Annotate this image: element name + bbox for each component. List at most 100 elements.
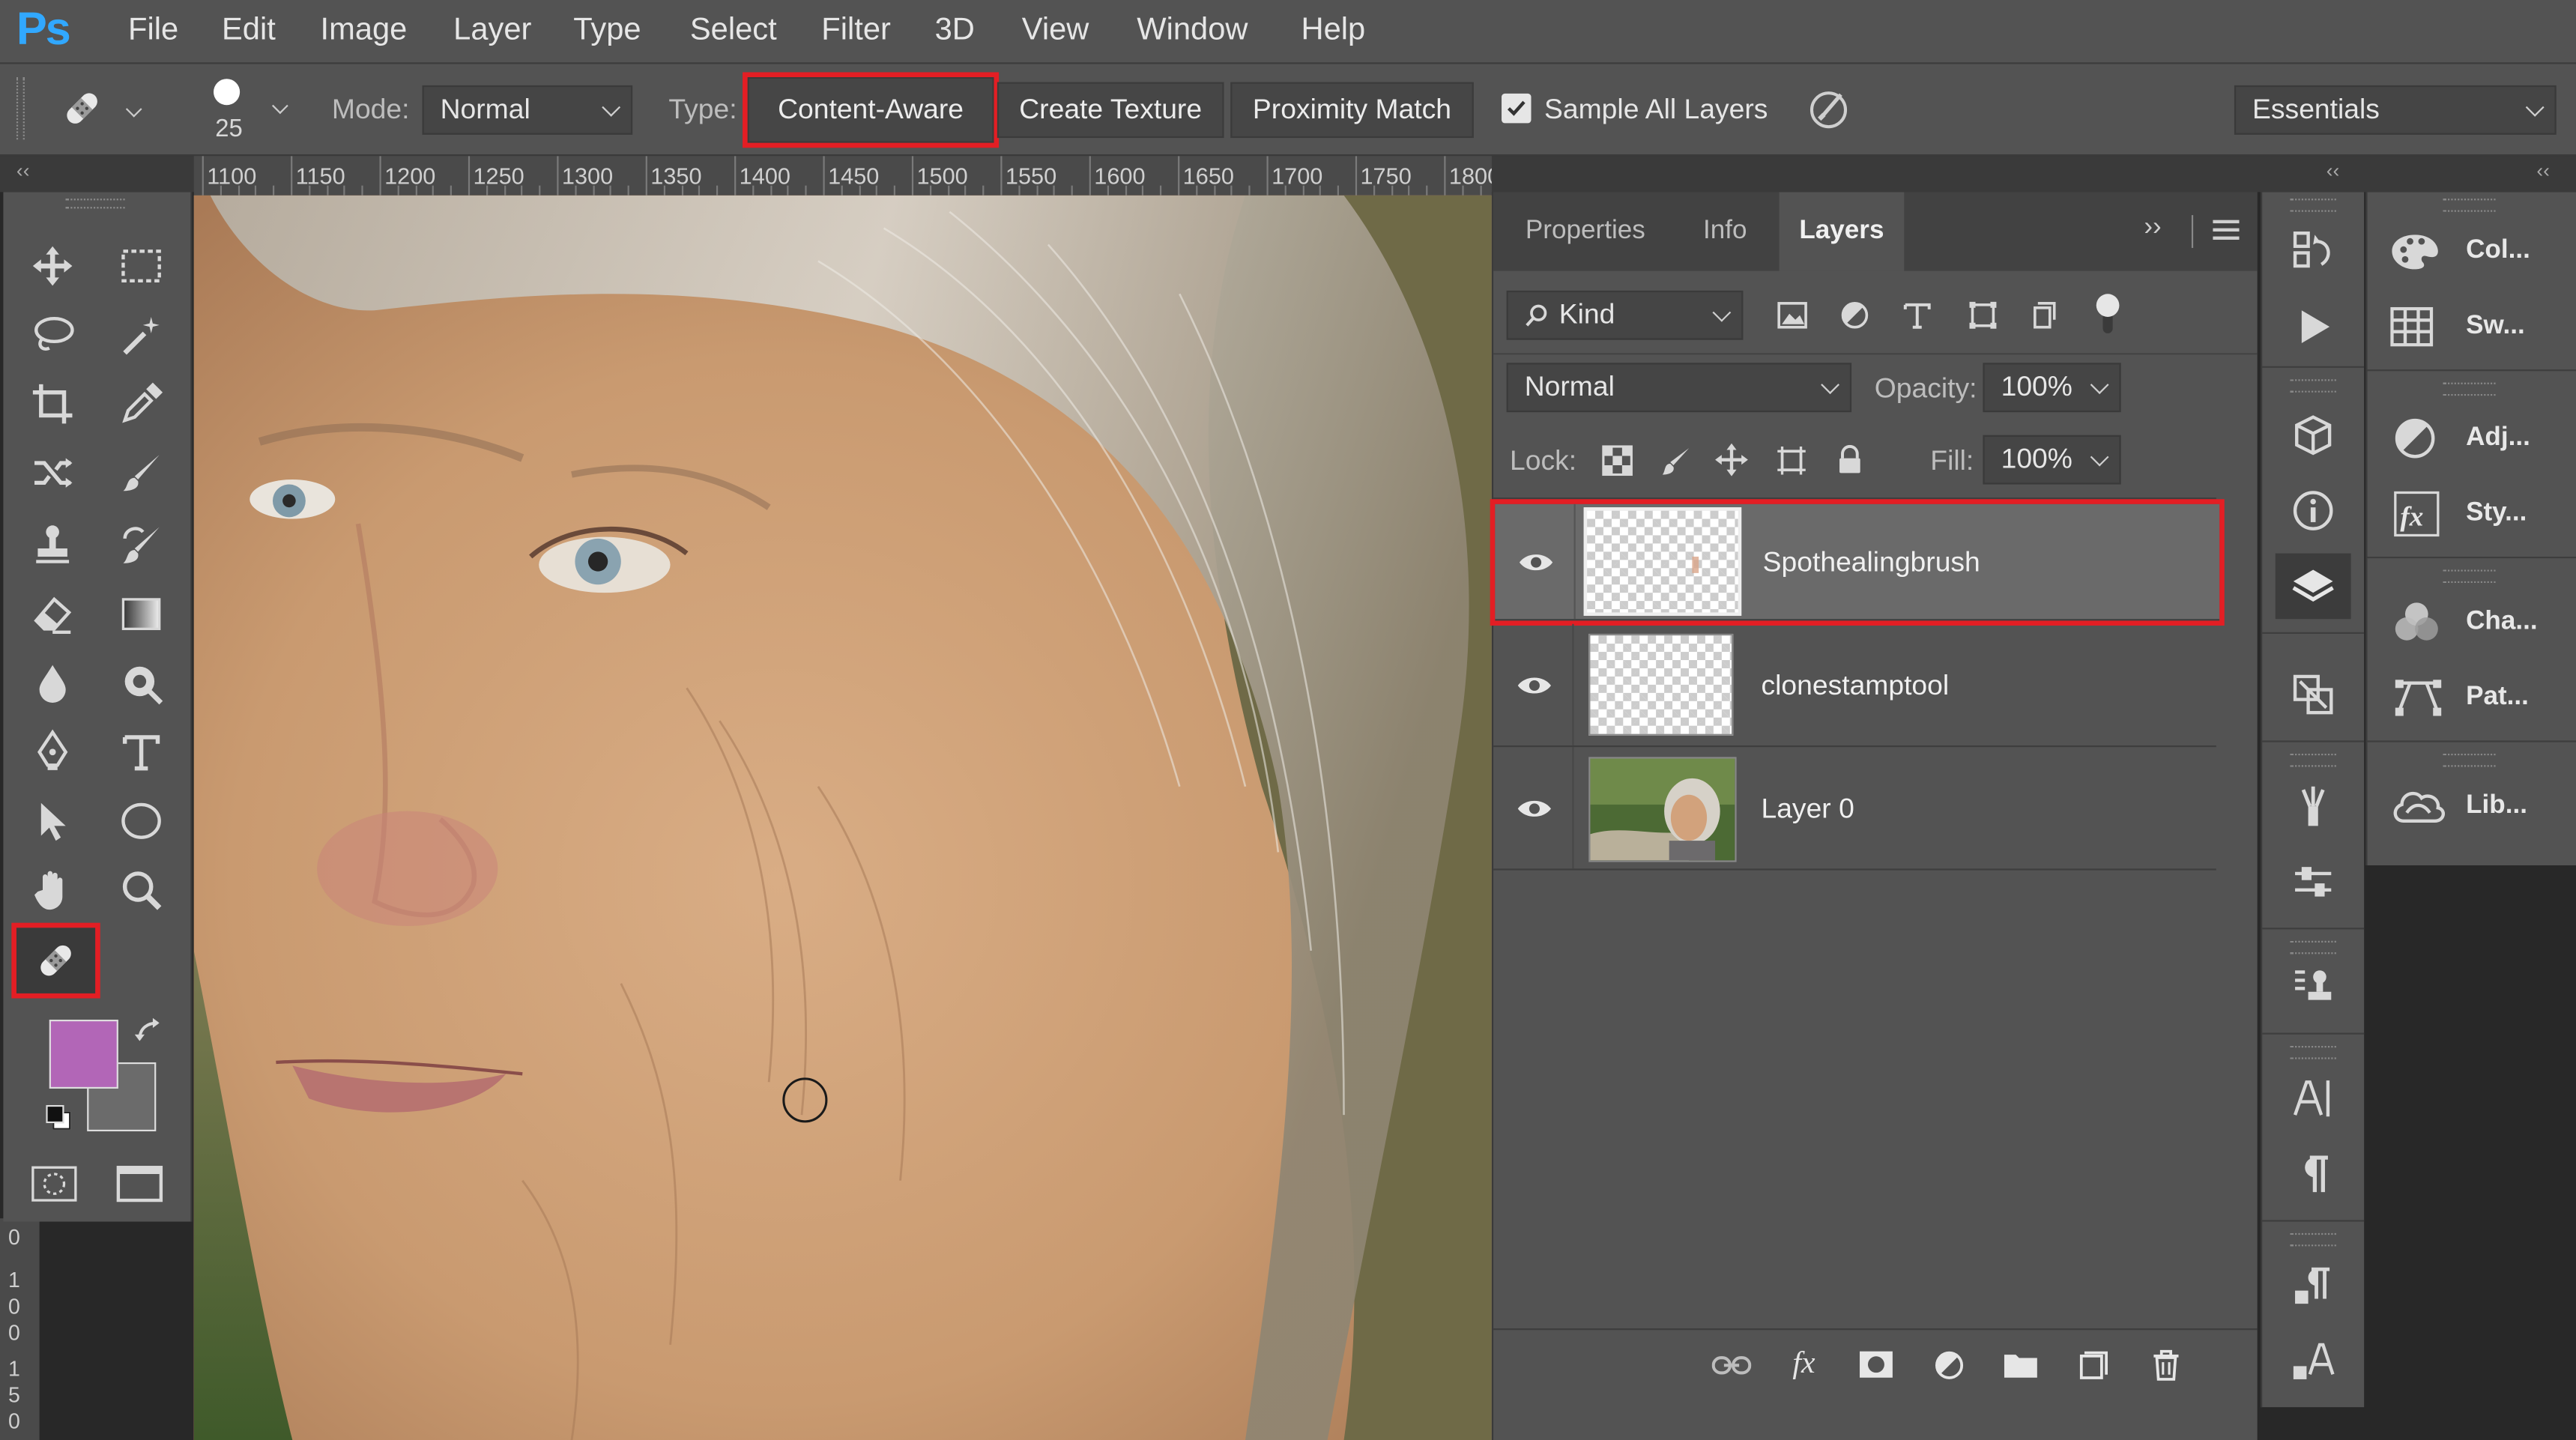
panel-color[interactable]: Col... <box>2390 218 2530 284</box>
pen-tool[interactable] <box>19 721 85 783</box>
quick-mask-icon[interactable] <box>26 1161 82 1206</box>
spot-healing-brush-icon[interactable] <box>49 80 115 136</box>
history-icon[interactable] <box>2280 222 2346 281</box>
type-tool[interactable] <box>109 721 175 783</box>
brush-presets-icon[interactable] <box>2280 852 2346 911</box>
content-aware-move-tool[interactable] <box>19 442 85 504</box>
history-brush-tool[interactable] <box>109 514 175 576</box>
menu-window[interactable]: Window <box>1137 13 1248 49</box>
menu-image[interactable]: Image <box>321 13 408 49</box>
panel-menu-icon[interactable] <box>2213 220 2240 240</box>
panel-channels[interactable]: Cha... <box>2394 590 2538 656</box>
character-icon[interactable] <box>2280 1069 2346 1128</box>
panel-paths[interactable]: Pat... <box>2394 665 2529 731</box>
3d-cube-icon[interactable] <box>2280 405 2346 465</box>
zoom-tool[interactable] <box>109 859 175 921</box>
blur-tool[interactable] <box>19 652 85 714</box>
menu-view[interactable]: View <box>1022 13 1089 49</box>
tab-layers[interactable]: Layers <box>1779 192 1905 271</box>
panel-expand-icon[interactable]: ›› <box>2144 214 2161 243</box>
paragraph-styles-icon[interactable] <box>2280 1256 2346 1316</box>
tool-presets-icon[interactable] <box>2280 958 2346 1017</box>
filter-pixel-icon[interactable] <box>1769 292 1815 338</box>
tab-info[interactable]: Info <box>1671 192 1780 270</box>
lock-transparent-pixels-icon[interactable] <box>1595 438 1638 481</box>
fill-field[interactable]: 100% <box>1983 435 2121 485</box>
layer-row-spothealingbrush[interactable]: Spothealingbrush <box>1490 499 2225 626</box>
type-proximity-match-button[interactable]: Proximity Match <box>1230 82 1474 139</box>
delete-layer-trash-icon[interactable] <box>2141 1342 2190 1388</box>
layer-row-clonestamptool[interactable]: clonestamptool <box>1493 623 2216 748</box>
menu-help[interactable]: Help <box>1301 13 1366 49</box>
layer-style-fx-icon[interactable]: fx <box>1780 1342 1829 1388</box>
opacity-field[interactable]: 100% <box>1983 363 2121 413</box>
add-mask-icon[interactable] <box>1851 1342 1901 1388</box>
paragraph-icon[interactable] <box>2280 1145 2346 1204</box>
menu-filter[interactable]: Filter <box>821 13 891 49</box>
clone-source-icon[interactable] <box>2280 665 2346 724</box>
layer-name[interactable]: clonestamptool <box>1761 670 1949 703</box>
lasso-tool[interactable] <box>19 303 85 366</box>
actions-play-icon[interactable] <box>2280 297 2346 357</box>
path-selection-tool[interactable] <box>19 790 85 852</box>
type-create-texture-button[interactable]: Create Texture <box>997 82 1224 139</box>
foreground-color-swatch[interactable] <box>49 1019 118 1089</box>
lock-image-pixels-icon[interactable] <box>1654 438 1697 481</box>
filter-type-icon[interactable] <box>1894 292 1940 338</box>
panel-libraries[interactable]: Lib... <box>2390 773 2527 839</box>
collapse-dock-icon[interactable]: ‹‹ <box>2536 160 2550 183</box>
document-canvas[interactable] <box>193 195 1492 1440</box>
swap-colors-icon[interactable] <box>134 1017 164 1054</box>
menu-layer[interactable]: Layer <box>453 13 531 49</box>
info-circle-icon[interactable] <box>2280 481 2346 540</box>
menu-edit[interactable]: Edit <box>222 13 276 49</box>
spot-healing-brush-tool[interactable] <box>11 922 100 999</box>
menu-select[interactable]: Select <box>690 13 777 49</box>
eye-icon[interactable] <box>1513 787 1555 829</box>
gradient-tool[interactable] <box>109 583 175 645</box>
marquee-tool[interactable] <box>109 235 175 297</box>
layers-stack-icon[interactable] <box>2275 553 2351 620</box>
type-content-aware-button[interactable]: Content-Aware <box>743 72 1000 148</box>
ellipse-tool[interactable] <box>109 790 175 852</box>
link-layers-icon[interactable] <box>1707 1342 1756 1388</box>
new-group-folder-icon[interactable] <box>1996 1342 2046 1388</box>
screen-mode-icon[interactable] <box>112 1161 168 1206</box>
eye-icon[interactable] <box>1513 663 1555 706</box>
panel-styles[interactable]: fx Sty... <box>2394 481 2527 547</box>
brush-settings-icon[interactable] <box>2280 777 2346 836</box>
collapse-toolbar-icon[interactable]: ‹‹ <box>16 160 30 183</box>
panel-swatches[interactable]: Sw... <box>2390 294 2525 360</box>
brush-preview-icon[interactable] <box>214 79 241 106</box>
layer-row-layer-0[interactable]: Layer 0 <box>1493 747 2216 871</box>
menu-file[interactable]: File <box>128 13 178 49</box>
dodge-tool[interactable] <box>109 652 175 714</box>
new-layer-icon[interactable] <box>2068 1342 2117 1388</box>
filter-shape-icon[interactable] <box>1960 292 2006 338</box>
filter-adjustment-icon[interactable] <box>1832 292 1878 338</box>
layer-filter-dropdown[interactable]: Kind <box>1506 290 1744 340</box>
menu-type[interactable]: Type <box>573 13 641 49</box>
workspace-dropdown[interactable]: Essentials <box>2234 85 2557 135</box>
brush-picker-chevron-icon[interactable] <box>271 97 288 115</box>
lock-position-icon[interactable] <box>1710 438 1753 481</box>
filter-toggle-switch[interactable] <box>2096 294 2120 336</box>
clone-stamp-tool[interactable] <box>19 514 85 576</box>
panel-adjustments[interactable]: Adj... <box>2394 405 2530 471</box>
mode-dropdown[interactable]: Normal <box>422 85 633 135</box>
tool-preset-chevron-icon[interactable] <box>125 100 142 118</box>
character-styles-icon[interactable] <box>2280 1331 2346 1391</box>
eraser-tool[interactable] <box>19 583 85 645</box>
collapse-panels-icon[interactable]: ‹‹ <box>2326 160 2340 183</box>
sample-all-layers-checkbox[interactable] <box>1502 93 1532 124</box>
menu-3d[interactable]: 3D <box>935 13 975 49</box>
filter-smart-object-icon[interactable] <box>2022 292 2068 338</box>
hand-tool[interactable] <box>19 859 85 921</box>
layer-name[interactable]: Spothealingbrush <box>1763 547 1980 580</box>
crop-tool[interactable] <box>19 372 85 435</box>
move-tool[interactable] <box>19 235 85 297</box>
new-adjustment-layer-icon[interactable] <box>1924 1342 1974 1388</box>
pressure-size-icon[interactable] <box>1803 82 1856 135</box>
layer-name[interactable]: Layer 0 <box>1761 793 1854 826</box>
eye-icon[interactable] <box>1515 540 1558 583</box>
